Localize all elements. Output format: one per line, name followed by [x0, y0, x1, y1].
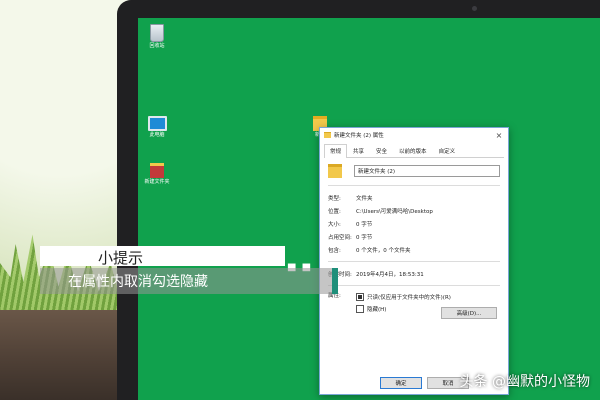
property-key: 位置: [328, 208, 341, 215]
property-row-size-on-disk: 占用空间: 0 字节 [328, 230, 500, 243]
property-row-size: 大小: 0 字节 [328, 217, 500, 230]
desktop-icon-this-pc[interactable]: 此电脑 [138, 116, 176, 139]
property-value: 文件夹 [356, 195, 373, 202]
ok-button[interactable]: 确定 [380, 377, 422, 389]
property-value: 0 字节 [356, 221, 373, 228]
property-value: 0 个文件，0 个文件夹 [356, 247, 411, 254]
divider [328, 185, 500, 186]
general-pane: 新建文件夹 (2) 类型: 文件夹 位置: C:\Users\可爱满吗哈\Des… [320, 158, 508, 321]
title-bar[interactable]: 新建文件夹 (2) 属性 × [320, 128, 508, 142]
folder-icon [150, 163, 164, 178]
property-value: 0 字节 [356, 234, 373, 241]
tab-previous-versions[interactable]: 以前的版本 [393, 144, 433, 157]
window-title: 新建文件夹 (2) 属性 [334, 133, 384, 139]
tip-text: 在属性内取消勾选隐藏 [68, 274, 208, 290]
property-value: 2019年4月4日，18:53:31 [356, 271, 424, 278]
property-row-type: 类型: 文件夹 [328, 191, 500, 204]
tab-general[interactable]: 常规 [324, 144, 348, 158]
accent-bar [332, 268, 338, 294]
property-row-location: 位置: C:\Users\可爱满吗哈\Desktop [328, 204, 500, 217]
tip-title: 小提示 [98, 249, 144, 267]
readonly-checkbox-row[interactable]: 只读(仅应用于文件夹中的文件)(R) [356, 291, 451, 303]
property-row-created: 创建时间: 2019年4月4日，18:53:31 [328, 267, 500, 280]
readonly-checkbox[interactable] [356, 293, 364, 301]
property-value: C:\Users\可爱满吗哈\Desktop [356, 208, 433, 215]
advanced-button[interactable]: 高级(D)... [441, 307, 497, 319]
property-row-contains: 包含: 0 个文件，0 个文件夹 [328, 243, 500, 256]
watermark: 头条 @幽默的小怪物 [459, 374, 590, 390]
tab-bar: 常规 共享 安全 以前的版本 自定义 [324, 144, 504, 158]
dialog-buttons: 确定 取消 [380, 377, 469, 389]
desktop-icon-new-folder[interactable]: 新建文件夹 [138, 163, 176, 186]
attributes-label: 属性: [328, 293, 341, 299]
hidden-label: 隐藏(H) [367, 307, 387, 313]
divider [328, 261, 500, 262]
hidden-checkbox-row[interactable]: 隐藏(H) [356, 303, 451, 315]
tab-customize[interactable]: 自定义 [433, 144, 462, 157]
tab-security[interactable]: 安全 [370, 144, 393, 157]
desktop-icon-label: 新建文件夹 [144, 179, 170, 185]
folder-icon [324, 132, 331, 138]
folder-icon [328, 164, 342, 178]
properties-dialog[interactable]: 新建文件夹 (2) 属性 × 常规 共享 安全 以前的版本 自定义 新建文件夹 … [319, 127, 509, 395]
webcam-icon [472, 6, 477, 11]
tab-sharing[interactable]: 共享 [347, 144, 370, 157]
close-icon[interactable]: × [494, 131, 504, 140]
property-key: 包含: [328, 247, 341, 254]
folder-name-field[interactable]: 新建文件夹 (2) [354, 165, 500, 177]
tip-text-banner: 在属性内取消勾选隐藏 [40, 268, 338, 294]
desktop-icon-recycle-bin[interactable]: 回收站 [138, 24, 176, 50]
property-key: 类型: [328, 195, 341, 202]
recycle-bin-icon [150, 24, 164, 42]
property-key: 占用空间: [328, 234, 352, 241]
tip-title-banner: 小提示 [40, 246, 285, 267]
divider [328, 285, 500, 286]
computer-icon [147, 116, 167, 131]
desktop-icon-label: 回收站 [149, 43, 165, 49]
hidden-checkbox[interactable] [356, 305, 364, 313]
readonly-label: 只读(仅应用于文件夹中的文件)(R) [367, 295, 451, 301]
property-key: 大小: [328, 221, 341, 228]
desktop-icon-label: 此电脑 [149, 132, 165, 138]
